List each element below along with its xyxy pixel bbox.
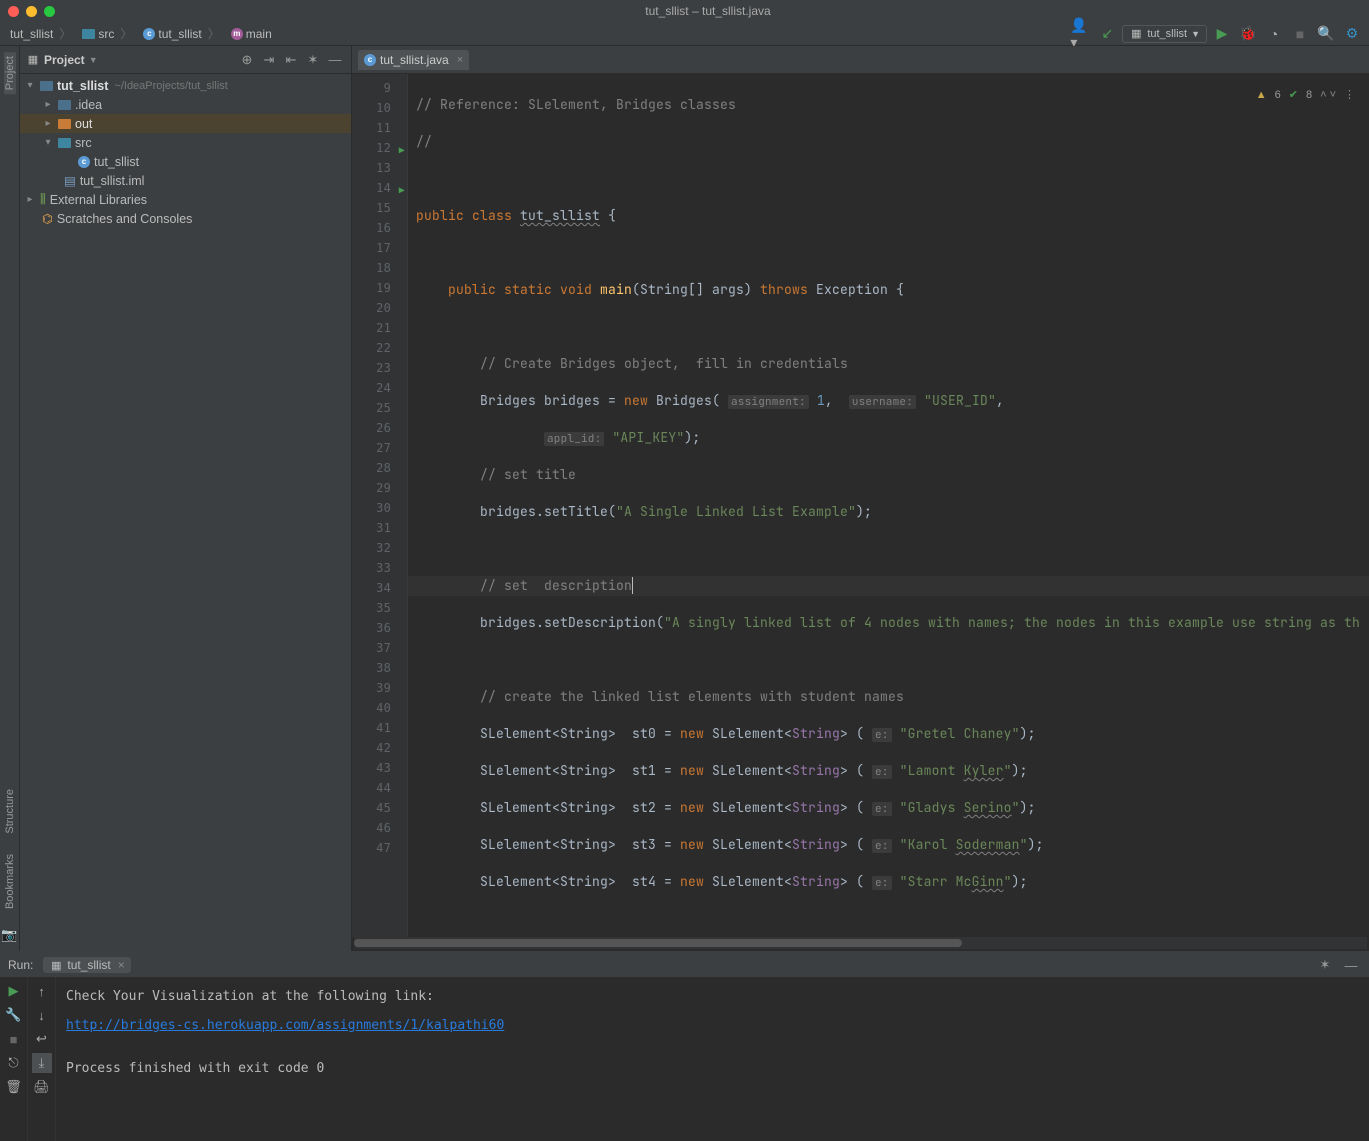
minimize-window[interactable] xyxy=(26,6,37,17)
close-tab-icon[interactable]: × xyxy=(457,54,463,66)
run-button[interactable]: ▶ xyxy=(1211,23,1233,45)
run-title: Run: xyxy=(8,958,33,972)
window-title: tut_sllist – tut_sllist.java xyxy=(55,4,1361,18)
folder-icon xyxy=(82,29,95,39)
stop-button[interactable]: ■ xyxy=(1289,23,1311,45)
stop-icon[interactable]: ■ xyxy=(4,1029,24,1049)
select-opened-file-icon[interactable]: ⊕ xyxy=(237,50,257,70)
camera-icon[interactable]: 📷 xyxy=(0,925,20,945)
run-config-selector[interactable]: ▦ tut_sllist ▼ xyxy=(1122,25,1207,43)
chevron-down-icon[interactable]: ▼ xyxy=(89,55,98,65)
project-panel-header: ▦ Project ▼ ⊕ ⇥ ⇤ ✶ — xyxy=(20,46,351,74)
tool-bookmarks[interactable]: Bookmarks xyxy=(4,850,16,913)
project-icon: ▦ xyxy=(26,53,40,67)
hide-panel-icon[interactable]: — xyxy=(1341,955,1361,975)
tree-idea[interactable]: ▸.idea xyxy=(20,95,351,114)
settings-icon[interactable]: ✶ xyxy=(1315,955,1335,975)
breadcrumb-class[interactable]: c tut_sllist〉 xyxy=(139,24,226,43)
zoom-window[interactable] xyxy=(44,6,55,17)
warning-icon: ▲ xyxy=(1256,89,1267,101)
iml-icon: ▤ xyxy=(64,173,76,188)
breadcrumb-src[interactable]: src〉 xyxy=(78,24,139,43)
run-toolbar-primary: ▶ 🔧 ■ ⎋ 🗑 xyxy=(0,977,28,1141)
window-traffic-lights xyxy=(8,6,55,17)
user-icon[interactable]: 👤▾ xyxy=(1070,23,1092,45)
tool-structure[interactable]: Structure xyxy=(4,785,16,838)
console-link[interactable]: http://bridges-cs.herokuapp.com/assignme… xyxy=(66,1018,504,1033)
project-panel: ▦ Project ▼ ⊕ ⇥ ⇤ ✶ — ▾ tut_sllist ~/Ide… xyxy=(20,46,352,951)
settings-icon[interactable]: ✶ xyxy=(303,50,323,70)
console-line: Process finished with exit code 0 xyxy=(66,1061,1359,1076)
code-area[interactable]: // Reference: SLelement, Bridges classes… xyxy=(408,74,1369,937)
tree-root[interactable]: ▾ tut_sllist ~/IdeaProjects/tut_sllist xyxy=(20,76,351,95)
more-icon[interactable]: ⋮ xyxy=(1344,88,1355,101)
tree-class[interactable]: ctut_sllist xyxy=(20,152,351,171)
console-line: Check Your Visualization at the followin… xyxy=(66,989,1359,1004)
search-icon[interactable]: 🔍 xyxy=(1315,23,1337,45)
app-icon: ▦ xyxy=(1129,27,1143,41)
run-tab[interactable]: ▦ tut_sllist × xyxy=(43,957,130,973)
up-icon[interactable]: ↑ xyxy=(32,981,52,1001)
tool-project[interactable]: Project xyxy=(4,52,16,94)
chevron-down-icon: ▼ xyxy=(1191,29,1200,39)
editor-area: c tut_sllist.java × ▲6 ✔8 ˄ ˅ ⋮ 91011 12… xyxy=(352,46,1369,951)
run-tool-window: Run: ▦ tut_sllist × ✶ — ▶ 🔧 ■ ⎋ 🗑 ↑ ↓ ↩ … xyxy=(0,951,1369,1141)
scroll-end-icon[interactable]: ⤓ xyxy=(32,1053,52,1073)
project-tree[interactable]: ▾ tut_sllist ~/IdeaProjects/tut_sllist ▸… xyxy=(20,74,351,951)
run-header: Run: ▦ tut_sllist × ✶ — xyxy=(0,953,1369,977)
method-icon: m xyxy=(231,28,243,40)
hide-panel-icon[interactable]: — xyxy=(325,50,345,70)
tree-scratch[interactable]: ⌬Scratches and Consoles xyxy=(20,209,351,228)
soft-wrap-icon[interactable]: ↩ xyxy=(32,1029,52,1049)
close-icon[interactable]: × xyxy=(118,958,125,972)
titlebar: tut_sllist – tut_sllist.java xyxy=(0,0,1369,22)
wrench-icon[interactable]: 🔧 xyxy=(4,1005,24,1025)
debug-button[interactable]: 🐞 xyxy=(1237,23,1259,45)
navigation-bar: tut_sllist〉 src〉 c tut_sllist〉 m main 👤▾… xyxy=(0,22,1369,46)
trash-icon[interactable]: 🗑 xyxy=(4,1077,24,1097)
ide-settings-icon[interactable]: ⚙ xyxy=(1341,23,1363,45)
tree-extlib[interactable]: ▸⫼External Libraries xyxy=(20,190,351,209)
down-icon[interactable]: ↓ xyxy=(32,1005,52,1025)
editor-gutter[interactable]: 91011 12▶ 13 14▶ 15161718 19202122 23242… xyxy=(352,74,408,937)
app-icon: ▦ xyxy=(49,958,63,972)
tree-src[interactable]: ▾src xyxy=(20,133,351,152)
breadcrumb-project[interactable]: tut_sllist〉 xyxy=(6,24,78,43)
exit-icon[interactable]: ⎋ xyxy=(4,1053,24,1073)
console-output[interactable]: Check Your Visualization at the followin… xyxy=(56,977,1369,1141)
editor-tabbar: c tut_sllist.java × xyxy=(352,46,1369,74)
close-window[interactable] xyxy=(8,6,19,17)
left-tool-rail: Project Structure Bookmarks 📷 xyxy=(0,46,20,951)
editor-inspection-status[interactable]: ▲6 ✔8 ˄ ˅ ⋮ xyxy=(1256,88,1355,101)
class-icon: c xyxy=(143,28,155,40)
print-icon[interactable]: 🖨 xyxy=(32,1077,52,1097)
class-icon: c xyxy=(78,156,90,168)
collapse-all-icon[interactable]: ⇤ xyxy=(281,50,301,70)
scratch-icon: ⌬ xyxy=(42,211,53,226)
library-icon: ⫼ xyxy=(40,192,46,207)
rerun-icon[interactable]: ▶ xyxy=(4,981,24,1001)
tree-out[interactable]: ▸out xyxy=(20,114,351,133)
build-icon[interactable]: ↙ xyxy=(1096,23,1118,45)
run-toolbar-secondary: ↑ ↓ ↩ ⤓ 🖨 xyxy=(28,977,56,1141)
editor-tab[interactable]: c tut_sllist.java × xyxy=(358,50,469,70)
project-panel-title: Project xyxy=(44,53,85,67)
tree-iml[interactable]: ▤tut_sllist.iml xyxy=(20,171,351,190)
class-icon: c xyxy=(364,54,376,66)
editor-horizontal-scrollbar[interactable] xyxy=(354,937,1367,949)
check-icon: ✔ xyxy=(1289,88,1298,101)
expand-all-icon[interactable]: ⇥ xyxy=(259,50,279,70)
breadcrumb-method[interactable]: m main xyxy=(227,26,276,42)
coverage-button[interactable]: ◔ xyxy=(1263,23,1285,45)
editor-body[interactable]: 91011 12▶ 13 14▶ 15161718 19202122 23242… xyxy=(352,74,1369,937)
chevron-updown-icon[interactable]: ˄ ˅ xyxy=(1320,89,1336,101)
